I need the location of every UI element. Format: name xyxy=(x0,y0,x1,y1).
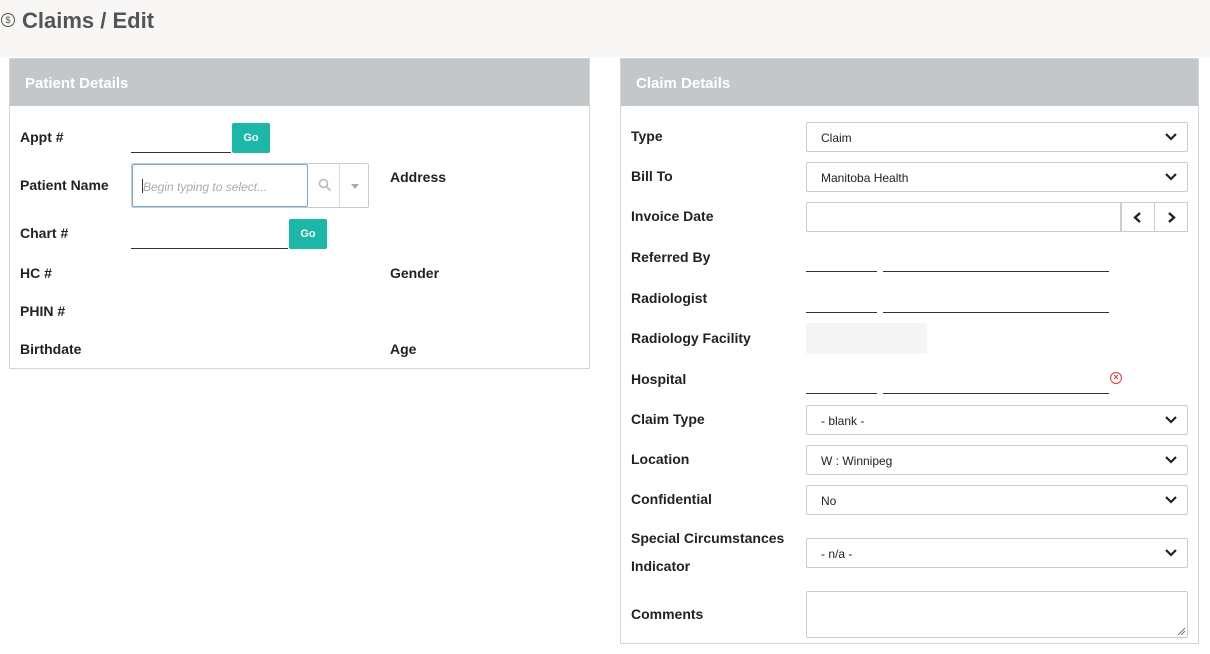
radiology-facility-field xyxy=(806,323,927,354)
type-select[interactable]: Claim xyxy=(806,122,1188,152)
claim-details-heading: Claim Details xyxy=(621,59,1198,106)
chart-go-button[interactable]: Go xyxy=(289,219,327,249)
referred-by-label: Referred By xyxy=(631,249,711,265)
chevron-down-icon xyxy=(1165,456,1177,464)
patient-name-input[interactable]: Begin typing to select... xyxy=(132,164,308,207)
radiologist-label: Radiologist xyxy=(631,290,708,306)
hc-label: HC # xyxy=(20,265,52,281)
invoice-date-input[interactable] xyxy=(806,202,1121,232)
location-select[interactable]: W : Winnipeg xyxy=(806,445,1188,475)
comments-textarea[interactable] xyxy=(806,591,1188,638)
chevron-right-icon xyxy=(1168,212,1176,223)
gender-label: Gender xyxy=(390,265,440,281)
search-icon[interactable] xyxy=(310,164,340,207)
clear-circle-icon[interactable]: × xyxy=(1110,372,1122,384)
next-date-button[interactable] xyxy=(1154,202,1188,232)
birthdate-label: Birthdate xyxy=(20,341,82,357)
page-header: $ Claims / Edit xyxy=(0,0,1210,57)
claim-type-select-value: - blank - xyxy=(821,414,865,428)
patient-details-panel: Patient Details Appt # Go Patient Name B… xyxy=(9,58,590,369)
text-cursor xyxy=(142,179,143,193)
invoice-date-label: Invoice Date xyxy=(631,208,714,224)
appt-label: Appt # xyxy=(20,129,64,145)
patient-name-label: Patient Name xyxy=(20,177,109,193)
confidential-select[interactable]: No xyxy=(806,485,1188,515)
claim-details-panel: Claim Details Type Claim Bill To Manitob… xyxy=(620,58,1199,644)
radiologist-code-input[interactable] xyxy=(806,312,877,313)
previous-date-button[interactable] xyxy=(1121,202,1155,232)
phin-label: PHIN # xyxy=(20,303,66,319)
special-circumstances-label-indicator: Indicator xyxy=(631,558,691,574)
resize-grip-icon[interactable] xyxy=(1177,627,1185,635)
chevron-down-icon xyxy=(1165,549,1177,557)
chart-input[interactable] xyxy=(131,248,288,249)
referred-by-name-input[interactable] xyxy=(883,271,1109,272)
claim-type-select[interactable]: - blank - xyxy=(806,405,1188,435)
referred-by-code-input[interactable] xyxy=(806,271,877,272)
hospital-code-input[interactable] xyxy=(806,393,877,394)
patient-details-heading: Patient Details xyxy=(10,59,589,106)
chevron-down-icon xyxy=(1165,496,1177,504)
patient-name-typeahead: Begin typing to select... xyxy=(131,163,369,208)
appt-input[interactable] xyxy=(131,152,231,153)
special-circumstances-label: Special Circumstances xyxy=(631,530,785,546)
location-label: Location xyxy=(631,451,690,467)
caret-down-icon[interactable] xyxy=(341,164,369,207)
claim-type-label: Claim Type xyxy=(631,411,705,427)
chevron-left-icon xyxy=(1133,212,1141,223)
comments-label: Comments xyxy=(631,606,704,622)
chart-label: Chart # xyxy=(20,225,69,241)
bill-to-label: Bill To xyxy=(631,168,673,184)
hospital-name-input[interactable] xyxy=(883,393,1109,394)
confidential-label: Confidential xyxy=(631,491,712,507)
radiology-facility-label: Radiology Facility xyxy=(631,330,751,346)
special-circumstances-select-value: - n/a - xyxy=(821,547,853,561)
chevron-down-icon xyxy=(1165,133,1177,141)
type-label: Type xyxy=(631,128,663,144)
chevron-down-icon xyxy=(1165,416,1177,424)
page-title: Claims / Edit xyxy=(22,8,155,33)
age-label: Age xyxy=(390,341,417,357)
confidential-select-value: No xyxy=(821,494,837,508)
bill-to-select[interactable]: Manitoba Health xyxy=(806,162,1188,192)
special-circumstances-select[interactable]: - n/a - xyxy=(806,538,1188,568)
hospital-label: Hospital xyxy=(631,371,687,387)
appt-go-button[interactable]: Go xyxy=(232,123,270,153)
location-select-value: W : Winnipeg xyxy=(821,454,893,468)
bill-to-select-value: Manitoba Health xyxy=(821,171,909,185)
chevron-down-icon xyxy=(1165,173,1177,181)
address-label: Address xyxy=(390,169,447,185)
dollar-circle-icon: $ xyxy=(1,13,15,27)
type-select-value: Claim xyxy=(821,131,852,145)
radiologist-name-input[interactable] xyxy=(883,312,1109,313)
